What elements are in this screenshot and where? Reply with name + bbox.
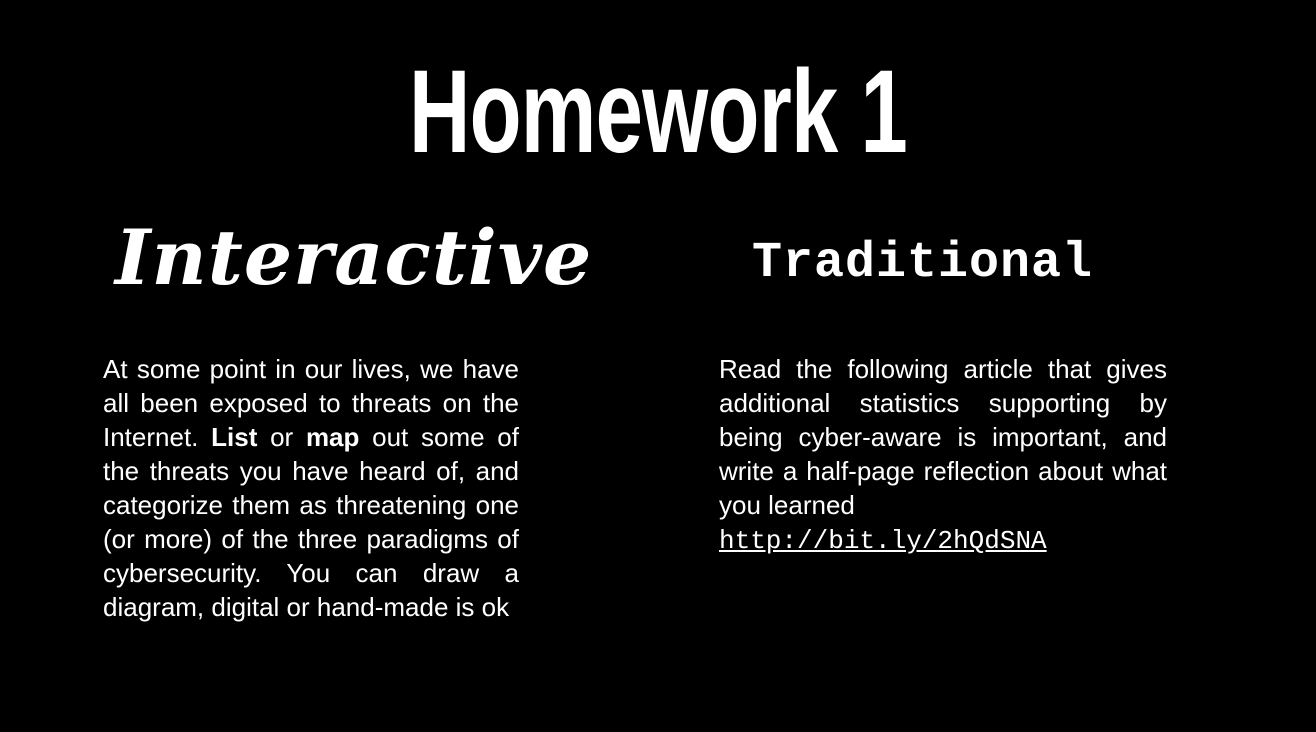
- traditional-description: Read the following article that gives ad…: [719, 352, 1167, 558]
- interactive-heading: Interactive: [115, 213, 593, 302]
- interactive-text-part: or: [257, 422, 306, 452]
- list-keyword: List: [211, 422, 258, 452]
- slide-title: Homework 1: [408, 46, 908, 178]
- interactive-description: At some point in our lives, we have all …: [103, 352, 519, 624]
- traditional-heading: Traditional: [752, 235, 1094, 292]
- traditional-text: Read the following article that gives ad…: [719, 354, 1167, 520]
- article-link[interactable]: http://bit.ly/2hQdSNA: [719, 524, 1047, 558]
- map-keyword: map: [305, 422, 360, 452]
- interactive-text-part: out some of the threats you have heard o…: [103, 422, 519, 622]
- slide: Homework 1 Interactive Traditional At so…: [0, 0, 1316, 732]
